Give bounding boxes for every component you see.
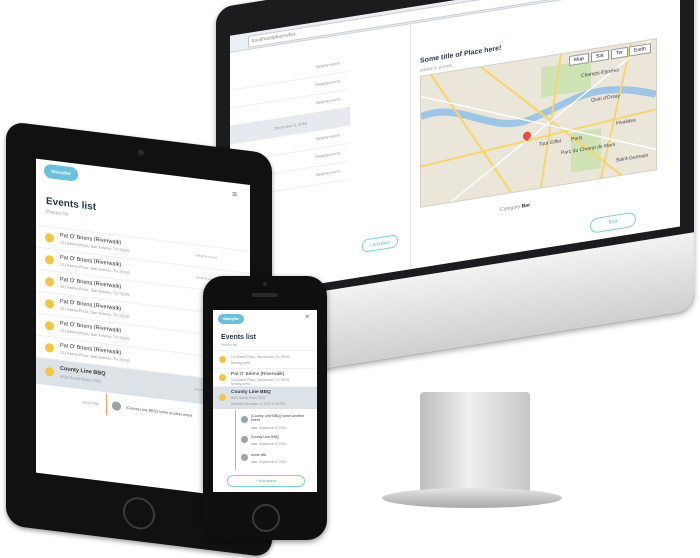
timeline-line bbox=[235, 410, 236, 470]
home-button[interactable] bbox=[123, 495, 155, 532]
iphone-screen: GlassyBar ≡ Events list Places list 121 … bbox=[213, 310, 317, 492]
divider bbox=[410, 23, 411, 270]
add-place-button[interactable]: + Add place bbox=[362, 234, 398, 253]
home-button[interactable] bbox=[252, 504, 280, 532]
place-pin-icon bbox=[45, 366, 54, 377]
place-pin-icon bbox=[219, 374, 226, 381]
place-pin-icon bbox=[219, 394, 226, 401]
event-icon bbox=[241, 436, 248, 443]
timeline-line bbox=[106, 393, 107, 416]
place-pin-icon bbox=[45, 320, 54, 331]
add-place-button[interactable]: + Add place bbox=[227, 475, 305, 487]
address-bar[interactable]: localhost/places/list bbox=[248, 0, 553, 48]
exit-button[interactable]: Exit bbox=[590, 211, 636, 234]
app-logo: GlassyBar bbox=[44, 163, 78, 182]
iphone: GlassyBar ≡ Events list Places list 121 … bbox=[203, 276, 327, 540]
menu-icon[interactable]: ≡ bbox=[232, 189, 237, 200]
category: Category Bar bbox=[500, 202, 531, 214]
camera-icon bbox=[138, 149, 144, 156]
timeline-time: 10:00 PM bbox=[82, 400, 99, 407]
place-pin-icon bbox=[45, 298, 54, 309]
page-title: Events list bbox=[221, 334, 257, 341]
speaker bbox=[252, 293, 278, 297]
map[interactable]: Map Sat Ter Earth Champs-Elysées Quai d'… bbox=[420, 38, 657, 208]
list-item-selected[interactable]: County Line BBQ 6026 Nordic Road, 2022 S… bbox=[213, 386, 317, 409]
event-icon bbox=[112, 401, 121, 412]
imac-stand bbox=[420, 392, 530, 497]
menu-icon[interactable]: ≡ bbox=[305, 314, 309, 321]
event-icon bbox=[241, 454, 248, 461]
page-subtitle: Places list bbox=[221, 343, 238, 347]
timeline-event[interactable]: (County Line BBQ) some another event bbox=[126, 406, 192, 418]
place-pin-icon bbox=[45, 232, 54, 243]
event-icon bbox=[241, 416, 248, 423]
page-subtitle: Places list bbox=[46, 208, 69, 218]
place-pin-icon bbox=[219, 356, 226, 363]
imac-foot bbox=[382, 488, 562, 508]
place-pin-icon bbox=[45, 254, 54, 265]
app-logo: GlassyBar bbox=[218, 314, 244, 324]
list-item[interactable]: 121 Alamo Plaza, San Antonio, TX 78205 N… bbox=[213, 350, 317, 369]
place-title: Some title of Place here! bbox=[420, 44, 502, 65]
place-pin-icon bbox=[45, 276, 54, 287]
list-item[interactable]: Pat O' Briens (Riverwalk) 121 Alamo Plaz… bbox=[213, 368, 317, 387]
camera-icon bbox=[263, 282, 267, 286]
place-pin-icon bbox=[45, 342, 54, 353]
